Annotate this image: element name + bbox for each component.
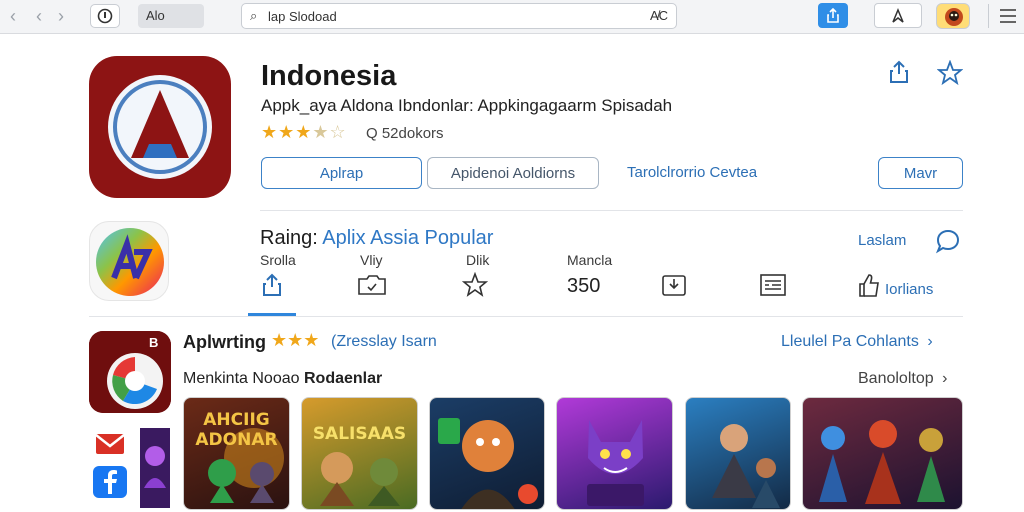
bookmark-button[interactable]: [874, 3, 922, 28]
facebook-icon[interactable]: [93, 466, 127, 498]
colorful-logo-icon: [96, 228, 164, 296]
address-bar[interactable]: ⌕ lap Slodoad A̸C: [241, 3, 677, 29]
info-button[interactable]: [90, 4, 120, 28]
folder-icon[interactable]: [357, 272, 387, 303]
game-thumbnail-3[interactable]: [429, 397, 545, 510]
info-icon: [97, 8, 113, 24]
forward-icon[interactable]: ‹: [36, 6, 42, 26]
download-box-icon[interactable]: [661, 272, 687, 303]
rating-stars: ★★★★☆: [261, 122, 347, 142]
subsection-title: Menkinta Nooao Rodaenlar: [183, 370, 382, 388]
app-logo-icon: [108, 75, 212, 179]
app-icon: [89, 56, 231, 198]
forward-icon[interactable]: ›: [58, 6, 64, 26]
game-thumbnail-4[interactable]: [556, 397, 673, 510]
thumb-up-icon[interactable]: [857, 272, 881, 303]
list-icon[interactable]: [759, 272, 787, 303]
rating-prefix: Raing:: [260, 227, 318, 249]
game-artwork-4: [587, 420, 644, 506]
back-icon[interactable]: ‹: [10, 6, 16, 26]
get-button[interactable]: Aplrap: [261, 157, 422, 189]
app-subtitle: Appk_aya Aldona Ibndonlar: Appkingagaarm…: [261, 96, 673, 115]
see-all-link[interactable]: Lleulel Pa Cohlants ›: [781, 333, 933, 351]
google-style-logo-icon: B: [89, 331, 171, 413]
stat-label-mancla: Mancla: [567, 252, 613, 268]
game-artwork-5: [712, 424, 780, 508]
subsection-link-label: Banololtop: [858, 370, 934, 387]
stat-label-vliy: Vliy: [360, 252, 383, 268]
rating-heading: Raing: Aplix Assia Popular: [260, 227, 493, 250]
laslam-link[interactable]: Laslam: [858, 232, 906, 249]
mail-icon[interactable]: [93, 428, 127, 460]
game-thumbnail-2[interactable]: SALISAAS: [301, 397, 418, 510]
chevron-right-icon: ›: [927, 333, 933, 350]
section-divider: [89, 316, 963, 317]
secondary-app-icon[interactable]: [89, 221, 169, 301]
developer-link[interactable]: Tarolclrorrio Cevtea: [627, 164, 757, 181]
stat-value: 350: [567, 275, 601, 297]
chevron-right-icon: ›: [942, 370, 948, 387]
game-thumbnail-6[interactable]: [802, 397, 963, 510]
stat-label-dlik: Dlik: [466, 252, 490, 268]
thumbnail-caption-2: SALISAAS: [312, 424, 407, 444]
see-all-label: Lleulel Pa Cohlants: [781, 333, 919, 350]
share-icon[interactable]: [261, 272, 283, 303]
toolbar-divider: [988, 4, 989, 28]
favorite-star-icon[interactable]: [936, 59, 964, 91]
thumbnail-caption-1: AHCIIG ADONAR: [195, 410, 278, 450]
side-app-thumbnail[interactable]: [140, 428, 170, 508]
section-app-icon[interactable]: B: [89, 331, 171, 413]
subsection-bold: Rodaenlar: [303, 370, 383, 387]
chat-icon[interactable]: [935, 228, 961, 259]
game-artwork-2: [320, 452, 400, 506]
subsection-prefix: Menkinta: [183, 370, 248, 387]
section-link[interactable]: (Zresslay Isarn: [331, 333, 437, 351]
more-button[interactable]: Mavr: [878, 157, 963, 189]
reader-icon[interactable]: A̸C: [650, 8, 668, 23]
game-thumbnail-1[interactable]: AHCIIG ADONAR: [183, 397, 290, 510]
tab-label[interactable]: Alo: [138, 4, 204, 28]
header-divider: [260, 210, 963, 211]
bookmark-icon: [892, 7, 904, 23]
share-icon: [827, 7, 839, 23]
avatar[interactable]: [936, 3, 970, 29]
url-text: lap Slodoad: [268, 9, 337, 24]
section-title: Aplwrting: [183, 332, 266, 352]
browser-toolbar: ‹ ‹ › Alo ⌕ lap Slodoad A̸C: [0, 0, 1024, 34]
share-button[interactable]: [818, 3, 848, 28]
stat-label-srolla: Srolla: [260, 252, 296, 268]
rating-count: Q 52dokors: [366, 125, 444, 142]
secondary-button[interactable]: Apidenoi Aoldiorns: [427, 157, 599, 189]
menu-icon[interactable]: [1000, 9, 1016, 27]
stat-label-iorlians[interactable]: Iorlians: [885, 281, 933, 298]
avatar-icon: [945, 8, 963, 26]
app-title: Indonesia: [261, 60, 397, 92]
star-outline-icon[interactable]: [461, 271, 489, 303]
subsection-middle: Nooao: [252, 370, 300, 387]
game-thumbnail-5[interactable]: [685, 397, 791, 510]
share-icon[interactable]: [888, 60, 910, 89]
game-artwork-6: [819, 420, 945, 504]
svg-text:B: B: [149, 335, 158, 350]
subsection-link[interactable]: Banololtop ›: [858, 370, 947, 388]
search-icon: ⌕: [250, 8, 258, 23]
game-artwork-3: [438, 418, 538, 509]
section-stars: ★★★: [271, 330, 320, 350]
rating-highlight[interactable]: Aplix Assia Popular: [322, 227, 493, 249]
